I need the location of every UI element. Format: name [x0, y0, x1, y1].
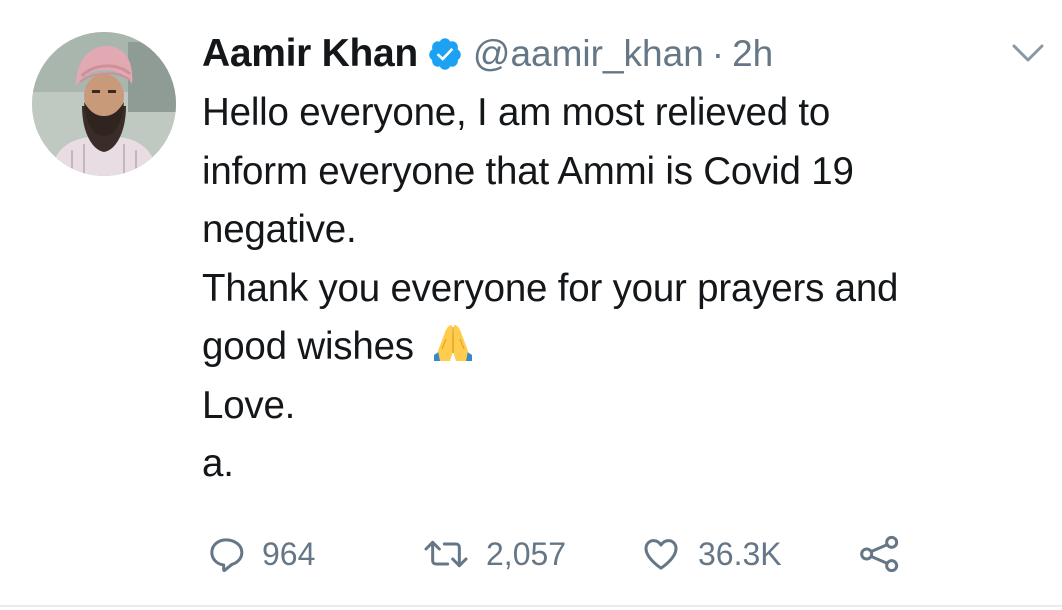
verified-badge-icon: [427, 36, 463, 72]
share-button[interactable]: [858, 526, 902, 582]
reply-icon: [206, 534, 246, 574]
retweet-button[interactable]: 2,057: [422, 526, 566, 582]
tweet-text-line: Love.: [202, 383, 296, 427]
tweet-card[interactable]: Aamir Khan @aamir_khan · 2h Hello everyo…: [0, 0, 1062, 610]
retweet-icon: [422, 534, 470, 574]
tweet-text-segment: good wishes: [202, 325, 414, 368]
retweet-count: 2,057: [486, 535, 567, 572]
handle[interactable]: @aamir_khan: [473, 33, 704, 75]
reply-count: 964: [262, 535, 316, 572]
timestamp[interactable]: 2h: [732, 33, 773, 75]
tweet-text-line: a.: [202, 442, 234, 485]
like-button[interactable]: 36.3K: [640, 526, 782, 582]
chevron-down-icon[interactable]: [1010, 40, 1046, 66]
separator-dot: ·: [711, 33, 725, 74]
tweet-text-line: inform everyone that Ammi is Covid 19: [202, 149, 854, 193]
avatar[interactable]: [32, 32, 176, 176]
tweet-text-line: Hello everyone, I am most relieved to: [202, 91, 831, 134]
divider: [0, 605, 1062, 607]
reply-button[interactable]: 964: [206, 526, 315, 582]
folded-hands-emoji: [426, 321, 480, 365]
like-count: 36.3K: [698, 535, 782, 572]
tweet-actions: 964 2,057 36.3K: [0, 526, 1062, 582]
share-icon: [858, 534, 902, 574]
tweet-text-line-with-emoji: good wishes: [202, 318, 1042, 377]
tweet-text-line: negative.: [202, 208, 357, 251]
tweet-text-line: Thank you everyone for your prayers and: [202, 266, 899, 310]
display-name[interactable]: Aamir Khan: [202, 32, 418, 76]
tweet-header: Aamir Khan @aamir_khan · 2h: [202, 28, 773, 80]
heart-icon: [640, 534, 682, 574]
avatar-photo: [32, 32, 176, 176]
tweet-text: Hello everyone, I am most relieved to in…: [202, 84, 1042, 494]
